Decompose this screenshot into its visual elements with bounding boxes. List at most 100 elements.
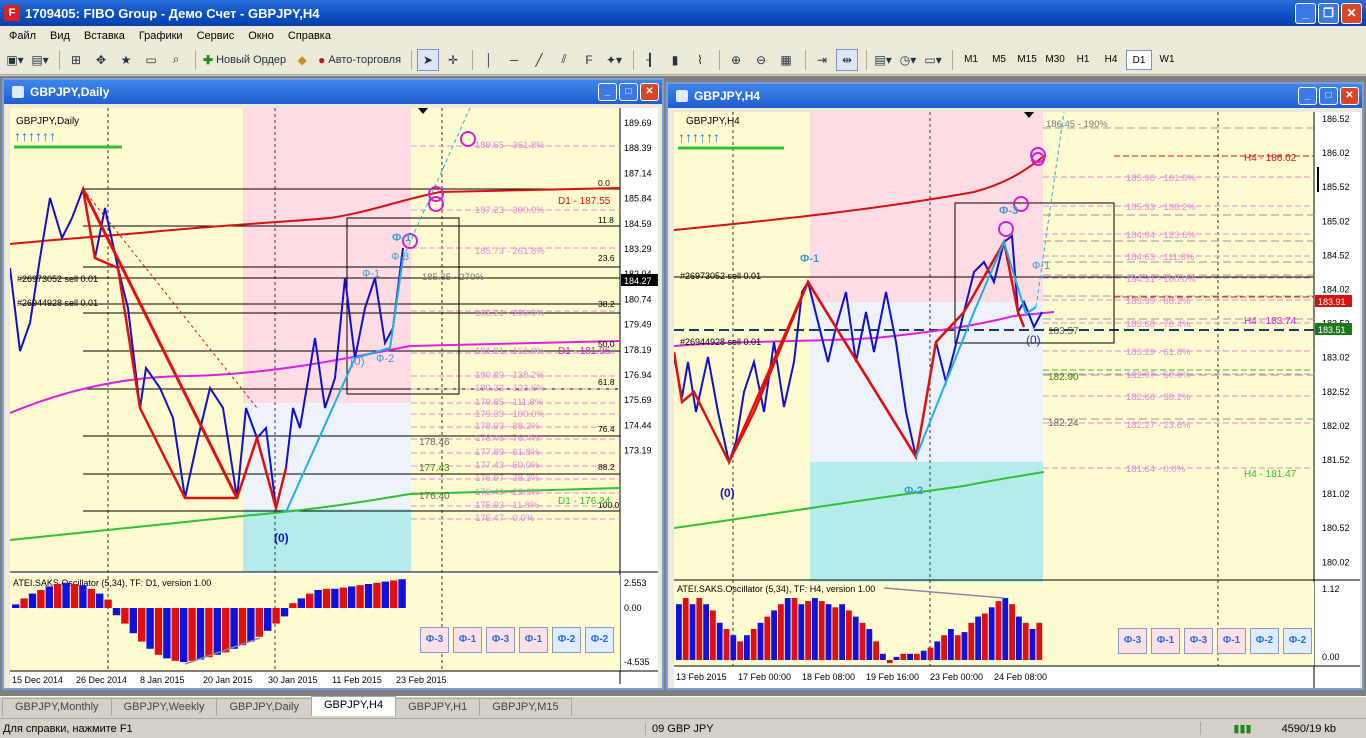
horizontal-line-icon[interactable]: ─ bbox=[503, 49, 525, 71]
tab-gbpjpy-h4[interactable]: GBPJPY,H4 bbox=[310, 696, 397, 716]
oscillator-bar bbox=[961, 632, 968, 660]
metaeditor-icon[interactable]: ◆ bbox=[291, 49, 313, 71]
symbol-label: GBPJPY,Daily bbox=[16, 116, 79, 127]
tile-windows-icon[interactable]: ▦ bbox=[775, 49, 797, 71]
menu-insert[interactable]: Вставка bbox=[77, 30, 132, 42]
indicators-icon[interactable]: ▤▾ bbox=[872, 49, 894, 71]
profiles-icon[interactable]: ▤▾ bbox=[29, 49, 51, 71]
oscillator-bar bbox=[689, 604, 696, 660]
oscillator-bar bbox=[778, 604, 784, 660]
periods-icon[interactable]: ◷▾ bbox=[897, 49, 919, 71]
tester-icon[interactable]: ⌕ bbox=[165, 49, 187, 71]
favorites-icon[interactable]: ★ bbox=[115, 49, 137, 71]
timeframe-m15[interactable]: M15 bbox=[1014, 50, 1040, 70]
menu-charts[interactable]: Графики bbox=[132, 30, 190, 42]
menu-window[interactable]: Окно bbox=[241, 30, 281, 42]
trendline-icon[interactable]: ╱ bbox=[528, 49, 550, 71]
close-button[interactable]: ✕ bbox=[1341, 3, 1362, 24]
line-chart-icon[interactable]: ⌇ bbox=[689, 49, 711, 71]
timeframe-h1[interactable]: H1 bbox=[1070, 50, 1096, 70]
menu-help[interactable]: Справка bbox=[281, 30, 338, 42]
chart-daily-svg[interactable]: GBPJPY,Daily ↑↑↑↑↑↑ #26973052 sell 0.01 … bbox=[9, 107, 658, 688]
price-tick: 184.52 bbox=[1322, 250, 1350, 260]
restore-button[interactable]: ❐ bbox=[1318, 3, 1339, 24]
toolbar-divider bbox=[633, 49, 635, 70]
templates-icon[interactable]: ▭▾ bbox=[922, 49, 944, 71]
minimize-button[interactable]: _ bbox=[1295, 3, 1316, 24]
timeframe-h4[interactable]: H4 bbox=[1098, 50, 1124, 70]
oscillator-bar bbox=[331, 588, 339, 608]
bar-chart-icon[interactable]: ┨ bbox=[639, 49, 661, 71]
zoom-in-icon[interactable]: ⊕ bbox=[725, 49, 747, 71]
candle-chart-icon[interactable]: ▮ bbox=[664, 49, 686, 71]
chart-daily-canvas[interactable]: GBPJPY,Daily ↑↑↑↑↑↑ #26973052 sell 0.01 … bbox=[9, 107, 658, 688]
vertical-line-icon[interactable]: │ bbox=[478, 49, 500, 71]
oscillator-bar bbox=[146, 608, 154, 649]
menu-file[interactable]: Файл bbox=[2, 30, 43, 42]
oscillator-bar bbox=[272, 608, 280, 624]
phi-button[interactable]: Ф-2 bbox=[585, 627, 614, 653]
oscillator-bar bbox=[163, 608, 171, 659]
navigator-icon[interactable]: ✥ bbox=[90, 49, 112, 71]
tab-gbpjpy-h1[interactable]: GBPJPY,H1 bbox=[395, 698, 481, 716]
fib-percent-label: 88.2 bbox=[598, 462, 615, 472]
autoscroll-icon[interactable]: ⇥ bbox=[811, 49, 833, 71]
oscillator-bar bbox=[995, 601, 1002, 660]
market-watch-icon[interactable]: ⊞ bbox=[65, 49, 87, 71]
chart-window-daily[interactable]: GBPJPY,Daily _ □ ✕ GBPJPY,Daily ↑↑↑↑↑↑ #… bbox=[2, 78, 664, 690]
tab-gbpjpy-daily[interactable]: GBPJPY,Daily bbox=[216, 698, 312, 716]
fib-level-label: 176.97 - 38.2% bbox=[475, 473, 540, 484]
phi-button[interactable]: Ф-3 bbox=[486, 627, 515, 653]
chart-window-h4[interactable]: GBPJPY,H4 _ □ ✕ GBPJPY,H4 ↑↑↑↑↑↑ #269730… bbox=[666, 82, 1364, 690]
tab-gbpjpy-monthly[interactable]: GBPJPY,Monthly bbox=[2, 698, 112, 716]
auto-trading-button[interactable]: ● Авто-торговля bbox=[316, 49, 403, 71]
chart-maximize-button[interactable]: □ bbox=[1319, 87, 1338, 105]
fibonacci-icon[interactable]: F bbox=[578, 49, 600, 71]
crosshair-icon[interactable]: ✛ bbox=[442, 49, 464, 71]
phi-button[interactable]: Ф-1 bbox=[453, 627, 482, 653]
cursor-icon[interactable]: ➤ bbox=[417, 48, 440, 71]
oscillator-bar bbox=[771, 610, 777, 660]
chart-window-h4-titlebar[interactable]: GBPJPY,H4 _ □ ✕ bbox=[668, 84, 1362, 108]
oscillator-bar bbox=[784, 598, 791, 660]
chart-h4-svg[interactable]: GBPJPY,H4 ↑↑↑↑↑↑ #26973052 sell 0.01 #26… bbox=[672, 111, 1360, 688]
timeframe-w1[interactable]: W1 bbox=[1154, 50, 1180, 70]
tab-gbpjpy-weekly[interactable]: GBPJPY,Weekly bbox=[110, 698, 218, 716]
chart-minimize-button[interactable]: _ bbox=[1298, 87, 1317, 105]
menu-view[interactable]: Вид bbox=[43, 30, 77, 42]
chart-close-button[interactable]: ✕ bbox=[1340, 87, 1359, 105]
phi-button[interactable]: Ф-1 bbox=[1217, 628, 1246, 654]
zoom-out-icon[interactable]: ⊖ bbox=[750, 49, 772, 71]
tab-gbpjpy-m15[interactable]: GBPJPY,M15 bbox=[479, 698, 572, 716]
phi-button[interactable]: Ф-1 bbox=[1151, 628, 1180, 654]
new-chart-icon[interactable]: ▣▾ bbox=[4, 49, 26, 71]
menu-tools[interactable]: Сервис bbox=[190, 30, 242, 42]
phi-button[interactable]: Ф-3 bbox=[1118, 628, 1147, 654]
timeframe-m5[interactable]: M5 bbox=[986, 50, 1012, 70]
channel-icon[interactable]: ⫽ bbox=[553, 49, 575, 71]
chart-shift-icon[interactable]: ⇹ bbox=[836, 48, 859, 71]
fib-level-label: 180.32 - 123.6% bbox=[475, 383, 545, 394]
chart-close-button[interactable]: ✕ bbox=[640, 83, 659, 101]
chart-maximize-button[interactable]: □ bbox=[619, 83, 638, 101]
shapes-icon[interactable]: ✦▾ bbox=[603, 49, 625, 71]
chart-window-daily-titlebar[interactable]: GBPJPY,Daily _ □ ✕ bbox=[4, 80, 662, 104]
terminal-icon[interactable]: ▭ bbox=[140, 49, 162, 71]
chart-h4-canvas[interactable]: GBPJPY,H4 ↑↑↑↑↑↑ #26973052 sell 0.01 #26… bbox=[672, 111, 1360, 688]
phi-button[interactable]: Ф-1 bbox=[519, 627, 548, 653]
timeframe-d1[interactable]: D1 bbox=[1126, 49, 1153, 70]
oscillator-bar bbox=[171, 608, 179, 661]
phi-button[interactable]: Ф-2 bbox=[1250, 628, 1279, 654]
chart-minimize-button[interactable]: _ bbox=[598, 83, 617, 101]
new-order-button[interactable]: ✚ Новый Ордер bbox=[201, 49, 288, 71]
timeframe-m30[interactable]: M30 bbox=[1042, 50, 1068, 70]
phi-button[interactable]: Ф-2 bbox=[552, 627, 581, 653]
fib-level-label: 185.96 - 161.8% bbox=[1126, 173, 1196, 184]
oscillator-bar bbox=[87, 588, 95, 608]
oscillator-bar bbox=[948, 629, 954, 660]
phi-button[interactable]: Ф-2 bbox=[1283, 628, 1312, 654]
timeframe-m1[interactable]: M1 bbox=[958, 50, 984, 70]
phi-button[interactable]: Ф-3 bbox=[420, 627, 449, 653]
app-titlebar: F 1709405: FIBO Group - Демо Счет - GBPJ… bbox=[0, 0, 1366, 26]
phi-button[interactable]: Ф-3 bbox=[1184, 628, 1213, 654]
